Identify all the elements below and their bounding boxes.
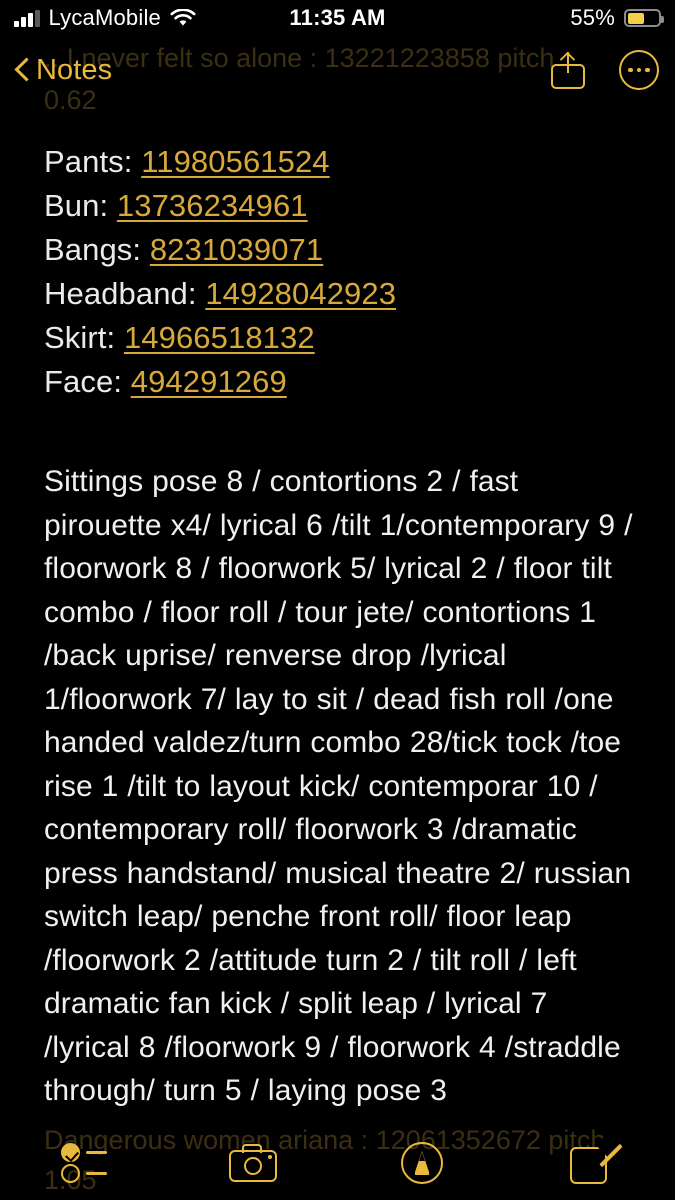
item-value-link[interactable]: 8231039071 — [150, 232, 323, 267]
battery-icon — [624, 9, 664, 27]
markup-pen-icon — [400, 1142, 443, 1184]
list-item: Bangs: 8231039071 — [44, 228, 634, 272]
item-value-link[interactable]: 11980561524 — [141, 144, 329, 179]
list-item: Headband: 14928042923 — [44, 272, 634, 316]
navigation-actions — [551, 44, 659, 96]
list-item: Pants: 11980561524 — [44, 140, 634, 184]
item-label: Bangs: — [44, 232, 150, 267]
list-item: Skirt: 14966518132 — [44, 316, 634, 360]
item-label: Pants: — [44, 144, 142, 179]
item-label: Bun: — [44, 188, 117, 223]
navigation-bar: Notes — [0, 44, 675, 96]
camera-button[interactable] — [169, 1126, 338, 1200]
status-bar: LycaMobile 11:35 AM 55% — [0, 0, 675, 36]
status-bar-right: 55% — [570, 5, 664, 31]
item-value-link[interactable]: 14928042923 — [205, 276, 396, 311]
back-button-label: Notes — [36, 53, 113, 86]
list-item: Bun: 13736234961 — [44, 184, 634, 228]
item-label: Skirt: — [44, 320, 124, 355]
compose-icon — [569, 1133, 623, 1184]
compose-button[interactable] — [506, 1126, 675, 1200]
checklist-icon — [61, 1143, 108, 1183]
notes-app-screen: LycaMobile 11:35 AM 55% ...I never felt … — [0, 0, 675, 1200]
note-content[interactable]: Pants: 11980561524 Bun: 13736234961 Bang… — [44, 140, 634, 1113]
checklist-button[interactable] — [0, 1126, 169, 1200]
asset-code-list: Pants: 11980561524 Bun: 13736234961 Bang… — [44, 140, 634, 404]
item-value-link[interactable]: 494291269 — [131, 364, 287, 399]
bottom-toolbar — [0, 1126, 675, 1200]
chevron-left-icon — [14, 57, 29, 83]
item-label: Face: — [44, 364, 131, 399]
camera-icon — [229, 1144, 278, 1182]
ellipsis-circle-icon[interactable] — [619, 50, 659, 90]
item-value-link[interactable]: 13736234961 — [117, 188, 308, 223]
note-body-paragraph: Sittings pose 8 / contortions 2 / fast p… — [44, 465, 633, 1107]
item-label: Headband: — [44, 276, 206, 311]
list-item: Face: 494291269 — [44, 360, 634, 404]
clock-label: 11:35 AM — [289, 5, 386, 30]
markup-button[interactable] — [338, 1126, 507, 1200]
share-icon[interactable] — [551, 51, 585, 89]
back-button[interactable]: Notes — [14, 44, 112, 96]
battery-percent-label: 55% — [570, 5, 615, 30]
item-value-link[interactable]: 14966518132 — [124, 320, 315, 355]
